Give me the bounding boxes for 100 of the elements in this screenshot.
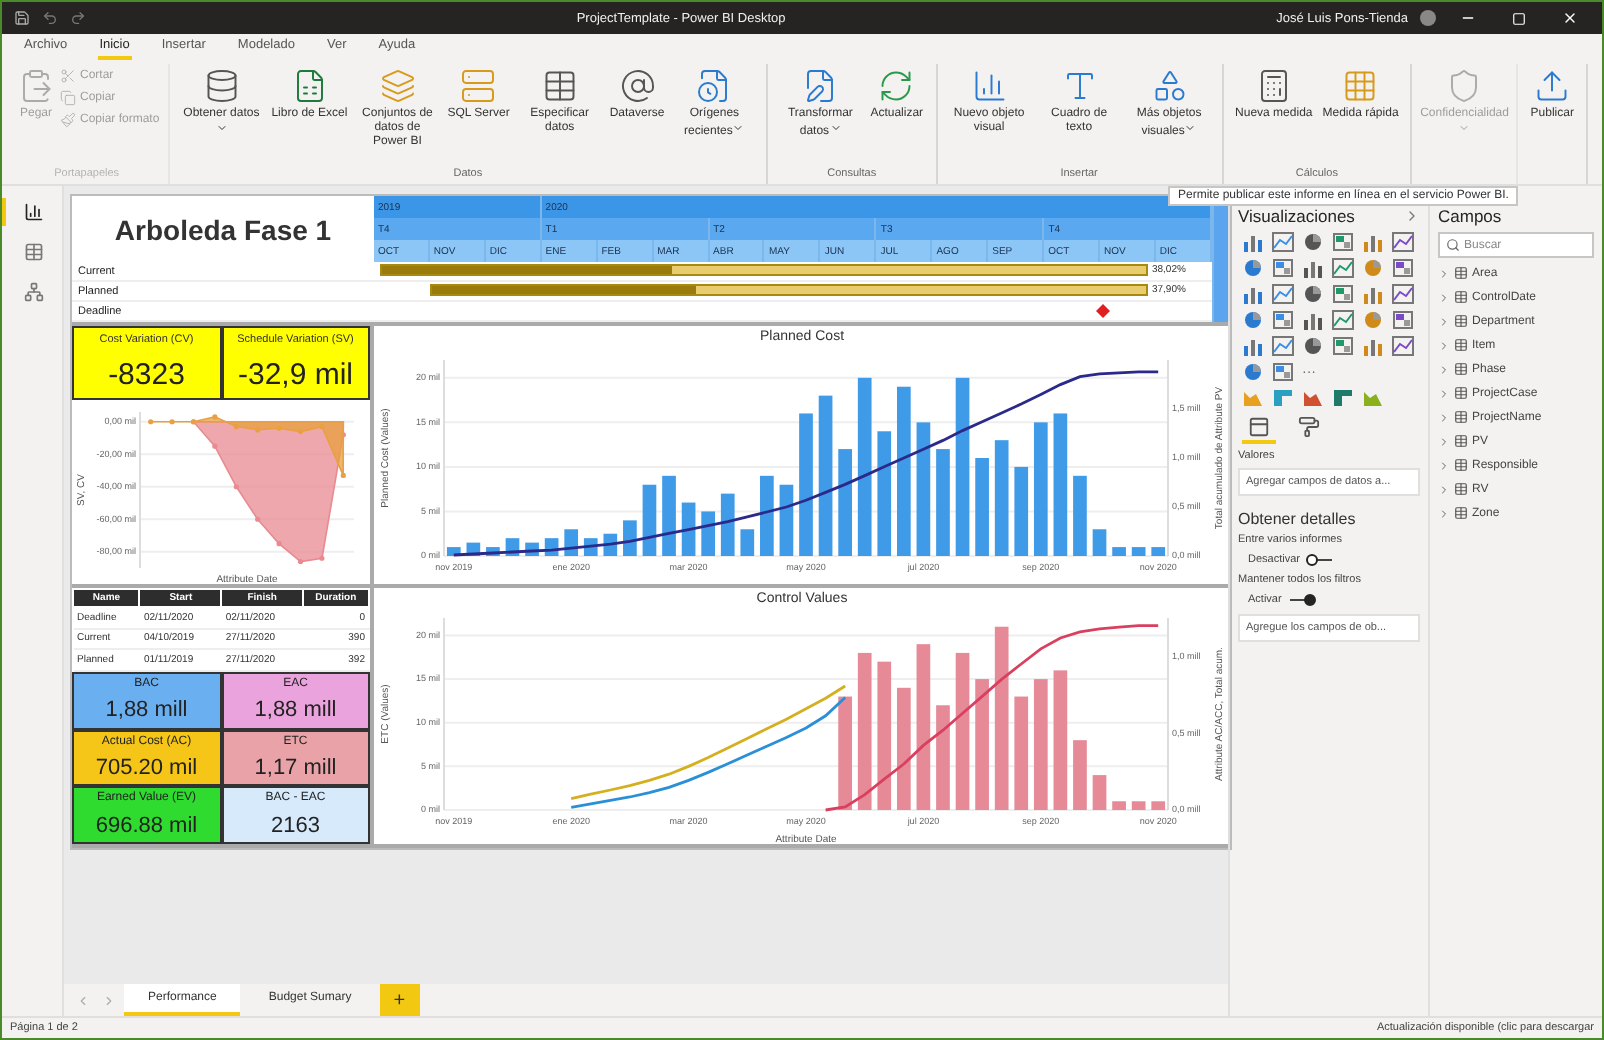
data-point	[169, 419, 175, 425]
data-point	[319, 555, 325, 561]
card-value: 696.88 mil	[95, 813, 198, 838]
chart-icon[interactable]	[1302, 336, 1324, 356]
chart-icon[interactable]	[1392, 336, 1414, 356]
chart-icon[interactable]	[1302, 310, 1324, 330]
chart-icon[interactable]	[1242, 232, 1264, 252]
table-icon	[1454, 338, 1468, 352]
card-value: 1,17 mill	[254, 756, 337, 781]
maximize-icon	[1512, 11, 1526, 25]
chart-bar	[1033, 422, 1048, 556]
chevron-right-icon	[102, 993, 116, 1007]
table-icon	[1454, 362, 1468, 376]
chart-bar	[681, 502, 696, 556]
upload-icon	[1534, 68, 1571, 104]
undo-icon[interactable]	[42, 10, 58, 26]
chart-icon[interactable]	[1302, 284, 1324, 304]
task-bar[interactable]	[430, 284, 1148, 296]
chart-icon[interactable]	[1272, 362, 1294, 382]
chart-bar	[1112, 547, 1126, 556]
chart-bar	[897, 687, 911, 810]
custom-visual-icon[interactable]	[1302, 388, 1324, 408]
chart-icon[interactable]	[1362, 284, 1384, 304]
table-icon	[1454, 314, 1468, 328]
custom-visual-icon[interactable]	[1272, 388, 1294, 408]
chart-icon[interactable]	[1242, 362, 1264, 382]
chart-icon[interactable]	[1272, 310, 1294, 330]
chart-icon[interactable]	[1392, 310, 1414, 330]
chart-bar	[740, 529, 755, 556]
data-point	[297, 558, 304, 565]
chart-icon[interactable]	[1362, 336, 1384, 356]
data-point	[276, 541, 282, 547]
chart-icon[interactable]	[1242, 258, 1264, 278]
chart-icon[interactable]	[1242, 310, 1264, 330]
chart-icon[interactable]	[1362, 232, 1384, 252]
server-icon	[460, 68, 497, 104]
format-icon	[1298, 416, 1320, 438]
model-view-icon	[24, 282, 44, 302]
shield-icon	[1446, 68, 1483, 104]
chart-bar	[486, 547, 500, 556]
kpi-value: -32,9 mil	[237, 358, 354, 392]
kpi-value: -8323	[108, 358, 185, 392]
chart-bar	[1151, 801, 1166, 810]
custom-visual-icon[interactable]	[1362, 388, 1384, 408]
data-point	[255, 427, 261, 433]
scissors-icon	[60, 68, 76, 84]
milestone-icon[interactable]	[1096, 304, 1111, 318]
report-title: Arboleda Fase 1	[112, 211, 334, 249]
chart-bar	[623, 520, 637, 556]
chart-bar	[877, 431, 892, 556]
report-view-icon	[24, 202, 44, 222]
chevron-icon[interactable]	[1404, 208, 1420, 224]
table-icon	[1454, 506, 1468, 520]
task-bar[interactable]	[379, 264, 1148, 276]
add-page-button[interactable]: +	[379, 984, 420, 1016]
data-point	[255, 516, 261, 522]
chart-icon[interactable]	[1392, 258, 1414, 278]
chart-bar	[1151, 547, 1166, 556]
card-value: 1,88 mill	[254, 698, 337, 723]
custom-visual-icon[interactable]	[1332, 388, 1354, 408]
chart-icon[interactable]	[1332, 336, 1354, 356]
chart-bar	[799, 413, 813, 556]
chart-icon[interactable]	[1332, 258, 1354, 278]
data-point	[276, 425, 282, 431]
chart-icon[interactable]	[1242, 284, 1264, 304]
chart-icon[interactable]	[1332, 232, 1354, 252]
chart-icon[interactable]	[1332, 284, 1354, 304]
chart-icon[interactable]	[1392, 232, 1414, 252]
table-icon	[1454, 410, 1468, 424]
chart-icon[interactable]	[1272, 258, 1294, 278]
chart-bar	[838, 449, 852, 556]
table-icon	[1454, 434, 1468, 448]
chart-icon[interactable]	[1302, 232, 1324, 252]
caret-icon	[1184, 121, 1197, 134]
chart-icon[interactable]	[1392, 284, 1414, 304]
chart-icon[interactable]	[1272, 232, 1294, 252]
avatar[interactable]	[1420, 10, 1436, 26]
data-point	[297, 428, 304, 435]
section-title: Obtener detalles	[1238, 510, 1358, 528]
chart-bar	[720, 493, 735, 556]
chart-bar	[701, 511, 715, 556]
spreadsheet-icon	[291, 68, 328, 104]
chart-bar	[1014, 696, 1029, 810]
chart-icon[interactable]	[1302, 258, 1324, 278]
table-icon	[1454, 290, 1468, 304]
redo-icon[interactable]	[70, 10, 86, 26]
calculator-icon	[1255, 68, 1292, 104]
caret-icon	[732, 121, 745, 134]
chart-icon[interactable]	[1272, 336, 1294, 356]
grid-icon	[1342, 68, 1379, 104]
chart-bar	[916, 422, 931, 556]
data-point	[340, 472, 346, 478]
card-value: 1,88 mill	[105, 698, 188, 723]
chart-icon[interactable]	[1272, 284, 1294, 304]
save-icon[interactable]	[14, 10, 30, 26]
chart-bar	[1092, 529, 1107, 556]
chart-icon[interactable]	[1242, 336, 1264, 356]
chart-icon[interactable]	[1332, 310, 1354, 330]
pane-tab[interactable]	[1242, 414, 1276, 444]
data-point	[212, 414, 218, 420]
